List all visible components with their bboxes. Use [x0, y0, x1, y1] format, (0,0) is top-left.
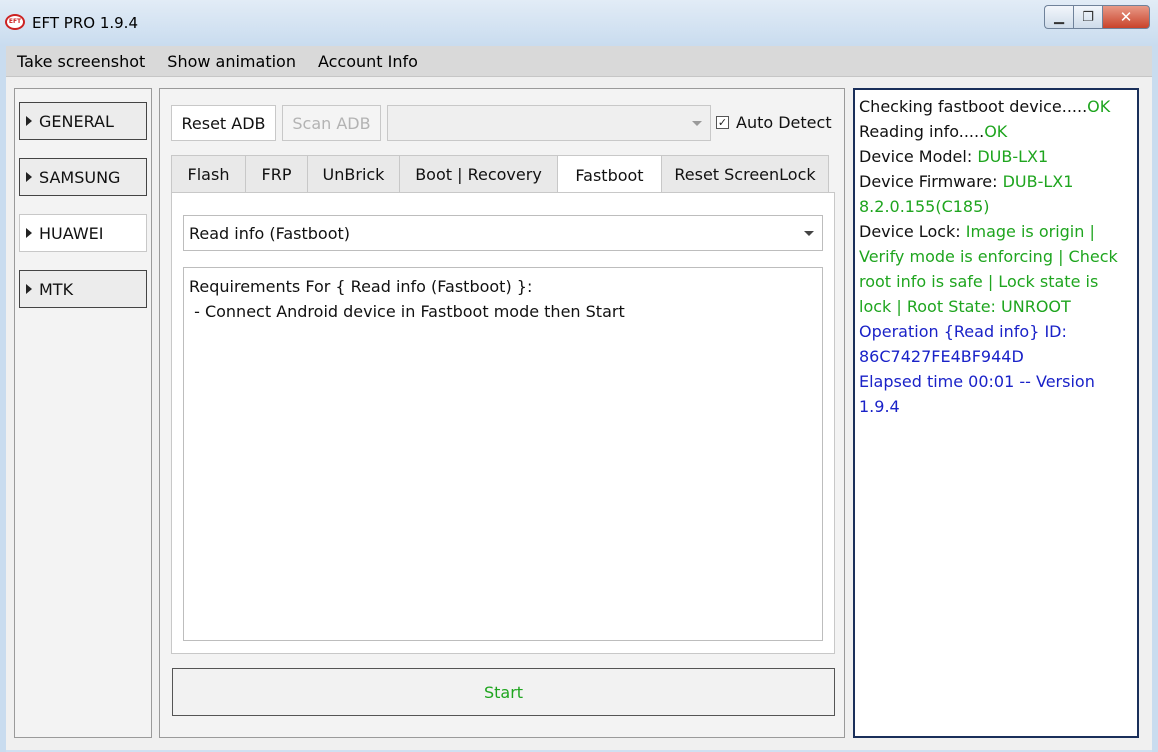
tab-boot-recovery[interactable]: Boot | Recovery [399, 155, 557, 193]
requirements-box[interactable]: Requirements For { Read info (Fastboot) … [183, 267, 823, 641]
operations-panel: Reset ADB Scan ADB ✓ Auto Detect Flash F… [159, 88, 845, 738]
log-line-elapsed: Elapsed time 00:01 -- Version 1.9.4 [859, 372, 1095, 416]
reset-adb-button[interactable]: Reset ADB [171, 105, 276, 141]
menu-take-screenshot[interactable]: Take screenshot [6, 52, 156, 71]
brand-label: HUAWEI [39, 223, 104, 243]
expand-arrow-icon [26, 172, 32, 182]
log-panel[interactable]: Checking fastboot device.....OK Reading … [853, 88, 1139, 738]
brand-label: GENERAL [39, 111, 114, 131]
chevron-down-icon [804, 231, 814, 236]
maximize-button[interactable]: ❐ [1073, 5, 1102, 29]
log-line-operation: Operation {Read info} ID: 86C7427FE4BF94… [859, 322, 1067, 366]
log-line-checking: Checking fastboot device.....OK [859, 97, 1111, 116]
brand-label: SAMSUNG [39, 167, 121, 187]
expand-arrow-icon [26, 116, 32, 126]
close-button[interactable]: ✕ [1102, 5, 1150, 29]
app-logo-icon: EFT [5, 14, 25, 30]
chevron-down-icon [692, 121, 702, 126]
menu-show-animation[interactable]: Show animation [156, 52, 307, 71]
auto-detect-toggle[interactable]: ✓ Auto Detect [716, 113, 832, 132]
status-ok: OK [984, 122, 1008, 141]
fastboot-tab-content: Read info (Fastboot) Requirements For { … [171, 192, 835, 654]
auto-detect-label: Auto Detect [736, 113, 832, 132]
tab-unbrick[interactable]: UnBrick [307, 155, 399, 193]
log-line-firmware: Device Firmware: DUB-LX1 8.2.0.155(C185) [859, 172, 1074, 216]
brand-button-huawei[interactable]: HUAWEI [19, 214, 147, 252]
log-line-lock: Device Lock: Image is origin | Verify mo… [859, 222, 1118, 316]
menu-account-info[interactable]: Account Info [307, 52, 429, 71]
window-frame-right [1152, 46, 1158, 752]
window-title: EFT PRO 1.9.4 [32, 14, 138, 32]
expand-arrow-icon [26, 228, 32, 238]
scan-adb-button[interactable]: Scan ADB [282, 105, 381, 141]
operation-select-value: Read info (Fastboot) [189, 223, 351, 243]
title-bar: EFT EFT PRO 1.9.4 ▁ ❐ ✕ [0, 0, 1158, 47]
brand-button-general[interactable]: GENERAL [19, 102, 147, 140]
expand-arrow-icon [26, 284, 32, 294]
tab-frp[interactable]: FRP [245, 155, 307, 193]
function-tabs: Flash FRP UnBrick Boot | Recovery Fastbo… [171, 155, 829, 194]
status-ok: OK [1087, 97, 1111, 116]
brand-label: MTK [39, 279, 74, 299]
requirements-title: Requirements For { Read info (Fastboot) … [189, 277, 533, 296]
log-line-reading: Reading info.....OK [859, 122, 1008, 141]
device-model-value: DUB-LX1 [977, 147, 1049, 166]
menu-bar: Take screenshot Show animation Account I… [6, 46, 1152, 77]
window-controls: ▁ ❐ ✕ [1044, 5, 1150, 29]
tab-fastboot[interactable]: Fastboot [557, 155, 661, 194]
brand-panel: GENERAL SAMSUNG HUAWEI MTK [14, 88, 152, 738]
requirements-line: - Connect Android device in Fastboot mod… [189, 302, 625, 321]
operation-select[interactable]: Read info (Fastboot) [183, 215, 823, 251]
brand-button-mtk[interactable]: MTK [19, 270, 147, 308]
brand-button-samsung[interactable]: SAMSUNG [19, 158, 147, 196]
device-select[interactable] [387, 105, 711, 141]
auto-detect-checkbox[interactable]: ✓ [716, 116, 729, 129]
tab-reset-screenlock[interactable]: Reset ScreenLock [661, 155, 829, 193]
window-client-area: Take screenshot Show animation Account I… [6, 46, 1152, 750]
tab-flash[interactable]: Flash [171, 155, 245, 193]
log-line-model: Device Model: DUB-LX1 [859, 147, 1049, 166]
start-button[interactable]: Start [172, 668, 835, 716]
minimize-button[interactable]: ▁ [1044, 5, 1073, 29]
